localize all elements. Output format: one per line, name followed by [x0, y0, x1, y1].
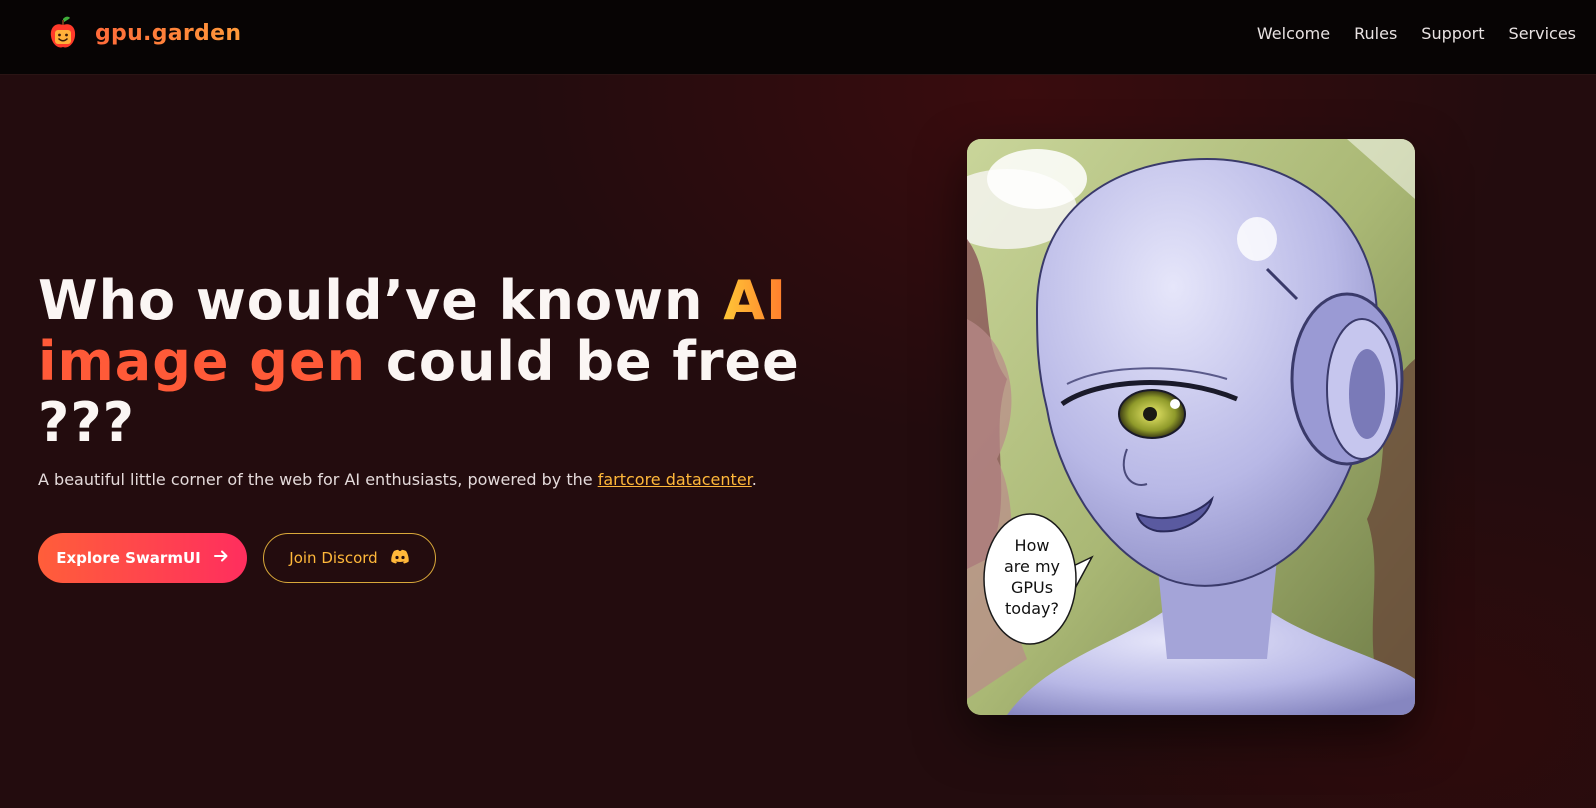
explore-swarmui-label: Explore SwarmUI [56, 549, 201, 567]
main-nav: Welcome Rules Support Services [1257, 24, 1576, 43]
headline-ai: AI [723, 269, 788, 332]
join-discord-button[interactable]: Join Discord [263, 533, 436, 583]
datacenter-link[interactable]: fartcore datacenter [598, 470, 752, 489]
hero-headline: Who would’ve known AI image gen could be … [38, 270, 818, 453]
headline-part3: ??? [38, 391, 135, 454]
subtitle-suffix: . [751, 470, 757, 489]
robot-girl-illustration: How are my GPUs today? [967, 139, 1415, 715]
headline-gen: image gen [38, 330, 367, 393]
nav-welcome[interactable]: Welcome [1257, 24, 1330, 43]
explore-swarmui-button[interactable]: Explore SwarmUI [38, 533, 247, 583]
headline-part2: could be free [366, 330, 800, 393]
speech-bubble-text: How are my GPUs today? [1003, 536, 1060, 618]
discord-icon [390, 549, 410, 568]
subtitle-prefix: A beautiful little corner of the web for… [38, 470, 598, 489]
brand-name[interactable]: gpu.garden [95, 21, 241, 46]
join-discord-label: Join Discord [289, 549, 378, 567]
nav-services[interactable]: Services [1509, 24, 1576, 43]
apple-smile-icon[interactable] [48, 16, 78, 50]
headline-part1: Who would’ve known [38, 269, 724, 332]
nav-rules[interactable]: Rules [1354, 24, 1397, 43]
arrow-right-icon [213, 548, 229, 568]
hero-subtitle: A beautiful little corner of the web for… [38, 470, 757, 489]
nav-support[interactable]: Support [1421, 24, 1484, 43]
top-nav-bar: gpu.garden Welcome Rules Support Service… [0, 0, 1596, 75]
